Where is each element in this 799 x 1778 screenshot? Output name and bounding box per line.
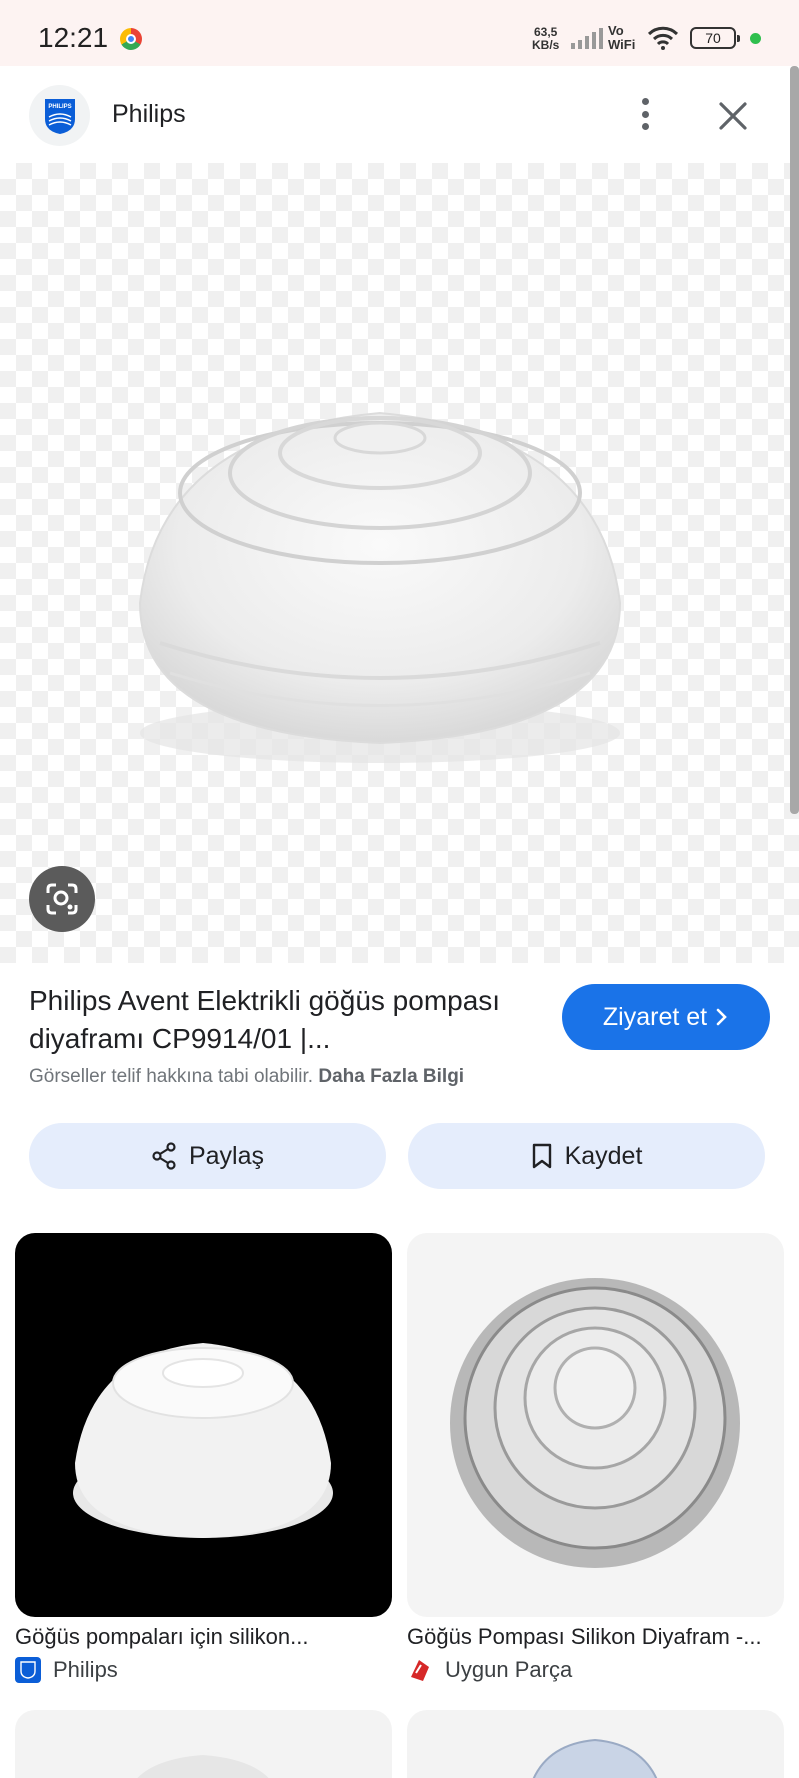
result-title[interactable]: Philips Avent Elektrikli göğüs pompası d… xyxy=(29,982,549,1058)
related-image-card[interactable] xyxy=(15,1710,392,1778)
save-label: Kaydet xyxy=(564,1141,643,1170)
learn-more-link[interactable]: Daha Fazla Bilgi xyxy=(318,1066,464,1087)
related-image-card[interactable] xyxy=(407,1710,784,1778)
google-lens-button[interactable] xyxy=(29,866,95,932)
share-button[interactable]: Paylaş xyxy=(29,1123,386,1189)
copyright-text: Görseller telif hakkına tabi olabilir. xyxy=(29,1066,314,1087)
related-image-partial xyxy=(137,1755,269,1778)
copyright-notice: Görseller telif hakkına tabi olabilir. D… xyxy=(29,1066,464,1088)
close-icon[interactable] xyxy=(716,99,750,133)
more-options-icon[interactable] xyxy=(630,94,660,134)
related-source-name: Philips xyxy=(53,1657,118,1682)
status-time: 12:21 xyxy=(38,22,109,53)
main-product-image[interactable] xyxy=(0,163,799,963)
related-image-card[interactable] xyxy=(15,1233,392,1617)
network-speed-unit: KB/s xyxy=(532,38,560,52)
chrome-icon xyxy=(120,28,142,50)
uygun-parca-source-icon xyxy=(407,1657,433,1683)
related-source[interactable]: Philips xyxy=(15,1657,118,1683)
visit-button[interactable]: Ziyaret et xyxy=(562,984,770,1050)
visit-label: Ziyaret et xyxy=(602,1002,708,1031)
wifi-label: WiFi xyxy=(608,37,636,52)
philips-logo[interactable]: PHILIPS xyxy=(29,85,90,146)
viewer-header: PHILIPS Philips xyxy=(0,66,799,166)
share-label: Paylaş xyxy=(188,1141,265,1170)
chevron-right-icon xyxy=(716,1008,727,1026)
related-source[interactable]: Uygun Parça xyxy=(407,1657,572,1683)
related-caption[interactable]: Göğüs Pompası Silikon Diyafram -... xyxy=(407,1624,787,1650)
site-name: Philips xyxy=(112,100,186,128)
philips-shield-icon: PHILIPS xyxy=(44,98,75,134)
related-image-card[interactable] xyxy=(407,1233,784,1617)
status-bar: 12:21 63,5 KB/s Vo WiFi 70 xyxy=(0,0,799,66)
related-image-partial xyxy=(532,1738,658,1778)
related-image-clear-diaphragm xyxy=(450,1278,740,1568)
save-button[interactable]: Kaydet xyxy=(408,1123,765,1189)
philips-source-icon xyxy=(15,1657,41,1683)
related-caption[interactable]: Göğüs pompaları için silikon... xyxy=(15,1624,395,1650)
share-icon xyxy=(152,1142,176,1170)
logo-text: PHILIPS xyxy=(48,104,71,110)
bookmark-icon xyxy=(532,1143,551,1169)
vo-label: Vo xyxy=(608,23,624,38)
silicone-diaphragm-image xyxy=(138,411,622,763)
battery-indicator: 70 xyxy=(690,27,740,49)
related-source-name: Uygun Parça xyxy=(445,1657,573,1682)
related-image-silicone xyxy=(73,1343,333,1538)
scrollbar[interactable] xyxy=(790,66,799,814)
vowifi-indicator: Vo WiFi xyxy=(608,24,635,52)
privacy-indicator-dot xyxy=(750,33,761,44)
network-speed: 63,5 KB/s xyxy=(532,26,559,52)
lens-icon xyxy=(46,883,78,915)
wifi-icon xyxy=(647,26,679,50)
signal-icon xyxy=(571,28,603,49)
